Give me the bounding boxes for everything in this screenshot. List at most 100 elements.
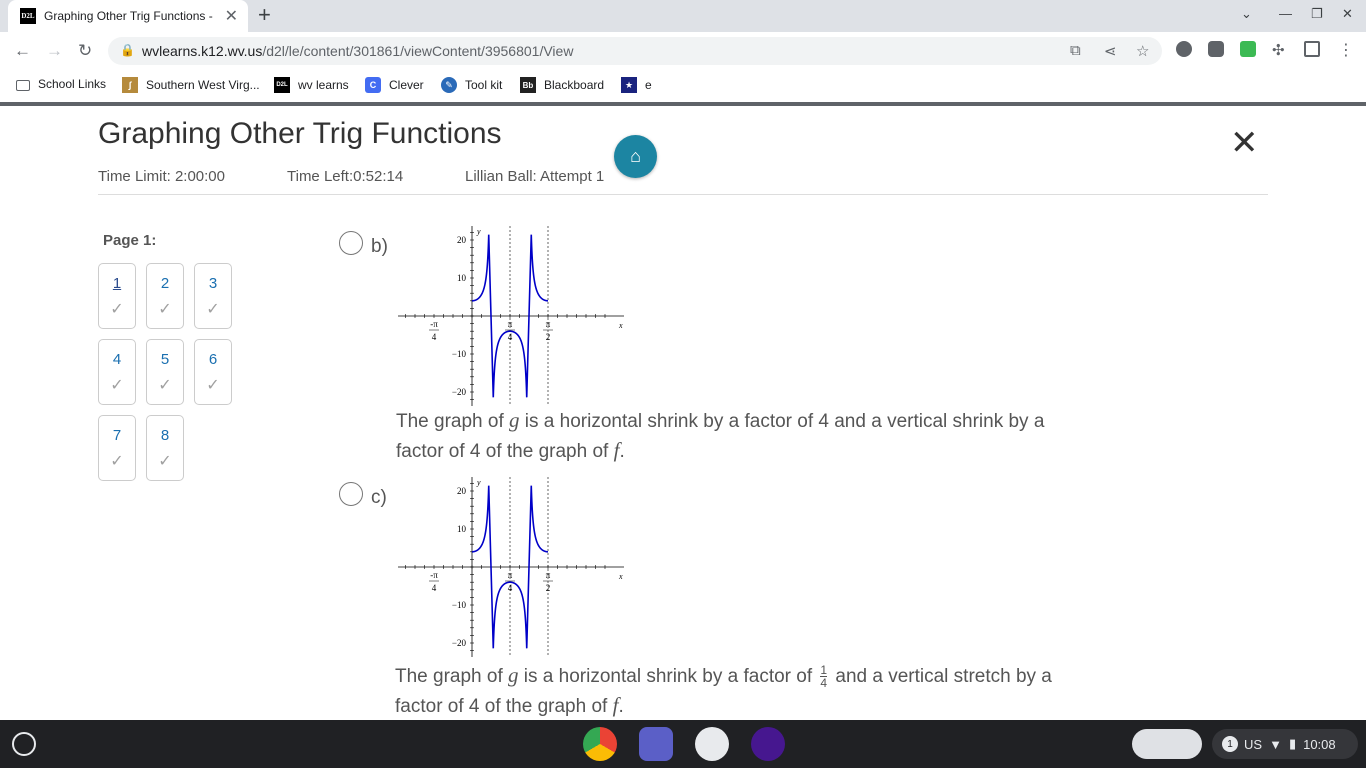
tab-title: Graphing Other Trig Functions - [44, 9, 213, 23]
holding-space-icon[interactable] [1132, 729, 1202, 759]
pdf-app-icon[interactable] [695, 727, 729, 761]
answered-check-icon: ✓ [110, 377, 124, 394]
y-tick-label: 20 [457, 486, 467, 496]
bookmark-wv-learns[interactable]: D2L wv learns [274, 77, 349, 93]
answered-check-icon: ✓ [110, 301, 124, 318]
chrome-icon[interactable] [583, 727, 617, 761]
x-tick-label-num: -π [430, 570, 438, 580]
question-nav-8[interactable]: 8 ✓ [146, 415, 184, 481]
option-c-text: The graph of g is a horizontal shrink by… [395, 663, 1052, 717]
option-c-graph: xy2010−10−20-π4π4π2 [398, 477, 624, 657]
readspeaker-icon[interactable]: ⌂ [614, 135, 657, 178]
option-c-letter: c) [371, 487, 387, 508]
question-number: 5 [160, 351, 170, 368]
option-b-radio[interactable] [339, 231, 363, 255]
question-number: 6 [208, 351, 218, 368]
reload-icon[interactable]: ↻ [78, 41, 92, 61]
option-b-text: The graph of g is a horizontal shrink by… [396, 408, 1045, 462]
back-icon[interactable]: ← [14, 41, 31, 61]
folder-icon [16, 79, 30, 91]
question-number: 3 [208, 275, 218, 292]
lock-icon[interactable]: 🔒 [120, 43, 135, 57]
bookmark-e[interactable]: ★ e [621, 77, 652, 93]
x-tick-label-den: 4 [508, 332, 513, 342]
new-tab-icon[interactable]: + [258, 4, 271, 26]
extensions-puzzle-icon[interactable]: ✣ [1272, 41, 1288, 59]
x-tick-label-den: 2 [546, 332, 551, 342]
x-tick-label-den: 2 [546, 583, 551, 593]
bookmark-school-links[interactable]: School Links [16, 77, 106, 91]
bookmark-tool-kit[interactable]: ✎ Tool kit [441, 77, 502, 93]
question-nav-6[interactable]: 6 ✓ [194, 339, 232, 405]
answered-check-icon: ✓ [110, 453, 124, 470]
tab-close-icon[interactable]: ✕ [225, 6, 238, 26]
forward-icon[interactable]: → [46, 41, 63, 61]
extension-icon-1[interactable] [1176, 41, 1192, 57]
d2l-favicon: D2L [20, 8, 36, 24]
bookmark-star-icon[interactable]: ☆ [1136, 42, 1149, 60]
question-nav-5[interactable]: 5 ✓ [146, 339, 184, 405]
side-panel-icon[interactable] [1304, 41, 1320, 57]
star-shield-icon: ★ [621, 77, 637, 93]
menu-kebab-icon[interactable]: ⋮ [1338, 40, 1354, 59]
y-axis-label: y [476, 478, 481, 487]
option-c-radio[interactable] [339, 482, 363, 506]
answered-check-icon: ✓ [158, 453, 172, 470]
wifi-icon: ▼ [1269, 736, 1282, 752]
question-number: 1 [112, 275, 122, 292]
minimize-icon[interactable]: — [1279, 6, 1292, 21]
bookmark-southern-wv[interactable]: ∫ Southern West Virg... [122, 77, 260, 93]
browser-toolbar: ← → ↻ 🔒 wvlearns.k12.wv.us/d2l/le/conten… [0, 32, 1366, 70]
close-quiz-icon[interactable]: ✕ [1230, 126, 1259, 160]
option-b-letter: b) [371, 236, 388, 257]
answered-check-icon: ✓ [158, 301, 172, 318]
address-bar[interactable]: 🔒 wvlearns.k12.wv.us/d2l/le/content/3018… [108, 37, 1162, 65]
url-text[interactable]: wvlearns.k12.wv.us/d2l/le/content/301861… [142, 43, 573, 59]
y-tick-label: −10 [452, 349, 467, 359]
question-nav-4[interactable]: 4 ✓ [98, 339, 136, 405]
y-tick-label: 20 [457, 235, 467, 245]
share-icon[interactable]: ⋖ [1104, 42, 1117, 60]
teams-icon[interactable] [639, 727, 673, 761]
y-axis-label: y [476, 227, 481, 236]
time-left: Time Left:0:52:14 [287, 168, 404, 185]
header-rule [98, 194, 1268, 195]
question-nav-1[interactable]: 1 ✓ [98, 263, 136, 329]
window-close-icon[interactable]: ✕ [1342, 6, 1353, 22]
tab-search-chevron-icon[interactable]: ⌄ [1241, 6, 1252, 22]
status-tray[interactable]: 1 US ▼ ▮ 10:08 [1212, 729, 1358, 759]
page-title: Graphing Other Trig Functions [98, 117, 502, 150]
x-axis-label: x [618, 572, 623, 581]
option-b-graph: xy2010−10−20-π4π4π2 [398, 226, 624, 406]
question-number: 4 [112, 351, 122, 368]
extension-icon-3[interactable] [1240, 41, 1256, 57]
launcher-icon[interactable] [12, 732, 36, 756]
tab-strip: D2L Graphing Other Trig Functions - ✕ + … [0, 0, 1366, 32]
question-nav-3[interactable]: 3 ✓ [194, 263, 232, 329]
y-tick-label: −10 [452, 600, 467, 610]
browser-tab[interactable]: D2L Graphing Other Trig Functions - ✕ [8, 0, 248, 32]
toolkit-icon: ✎ [441, 77, 457, 93]
kahoot-icon[interactable] [751, 727, 785, 761]
page-top-divider [0, 102, 1366, 106]
time-limit: Time Limit: 2:00:00 [98, 168, 225, 185]
question-nav-2[interactable]: 2 ✓ [146, 263, 184, 329]
x-tick-label-num: -π [430, 319, 438, 329]
bookmark-blackboard[interactable]: Bb Blackboard [520, 77, 604, 93]
x-tick-label-den: 4 [432, 332, 437, 342]
attempt-info: Lillian Ball: Attempt 1 [465, 168, 605, 185]
southern-wv-icon: ∫ [122, 77, 138, 93]
answered-check-icon: ✓ [158, 377, 172, 394]
restore-icon[interactable]: ❐ [1311, 6, 1323, 22]
question-number: 2 [160, 275, 170, 292]
question-nav-7[interactable]: 7 ✓ [98, 415, 136, 481]
fraction-one-fourth: 14 [820, 663, 828, 691]
x-tick-label-den: 4 [432, 583, 437, 593]
bookmark-clever[interactable]: C Clever [365, 77, 424, 93]
bookmarks-bar: School Links ∫ Southern West Virg... D2L w… [0, 70, 1366, 102]
open-in-app-icon[interactable]: ⧉ [1070, 42, 1081, 59]
battery-icon: ▮ [1288, 736, 1297, 751]
x-tick-label-den: 4 [508, 583, 513, 593]
extension-icon-2[interactable] [1208, 41, 1224, 57]
y-tick-label: 10 [457, 524, 467, 534]
